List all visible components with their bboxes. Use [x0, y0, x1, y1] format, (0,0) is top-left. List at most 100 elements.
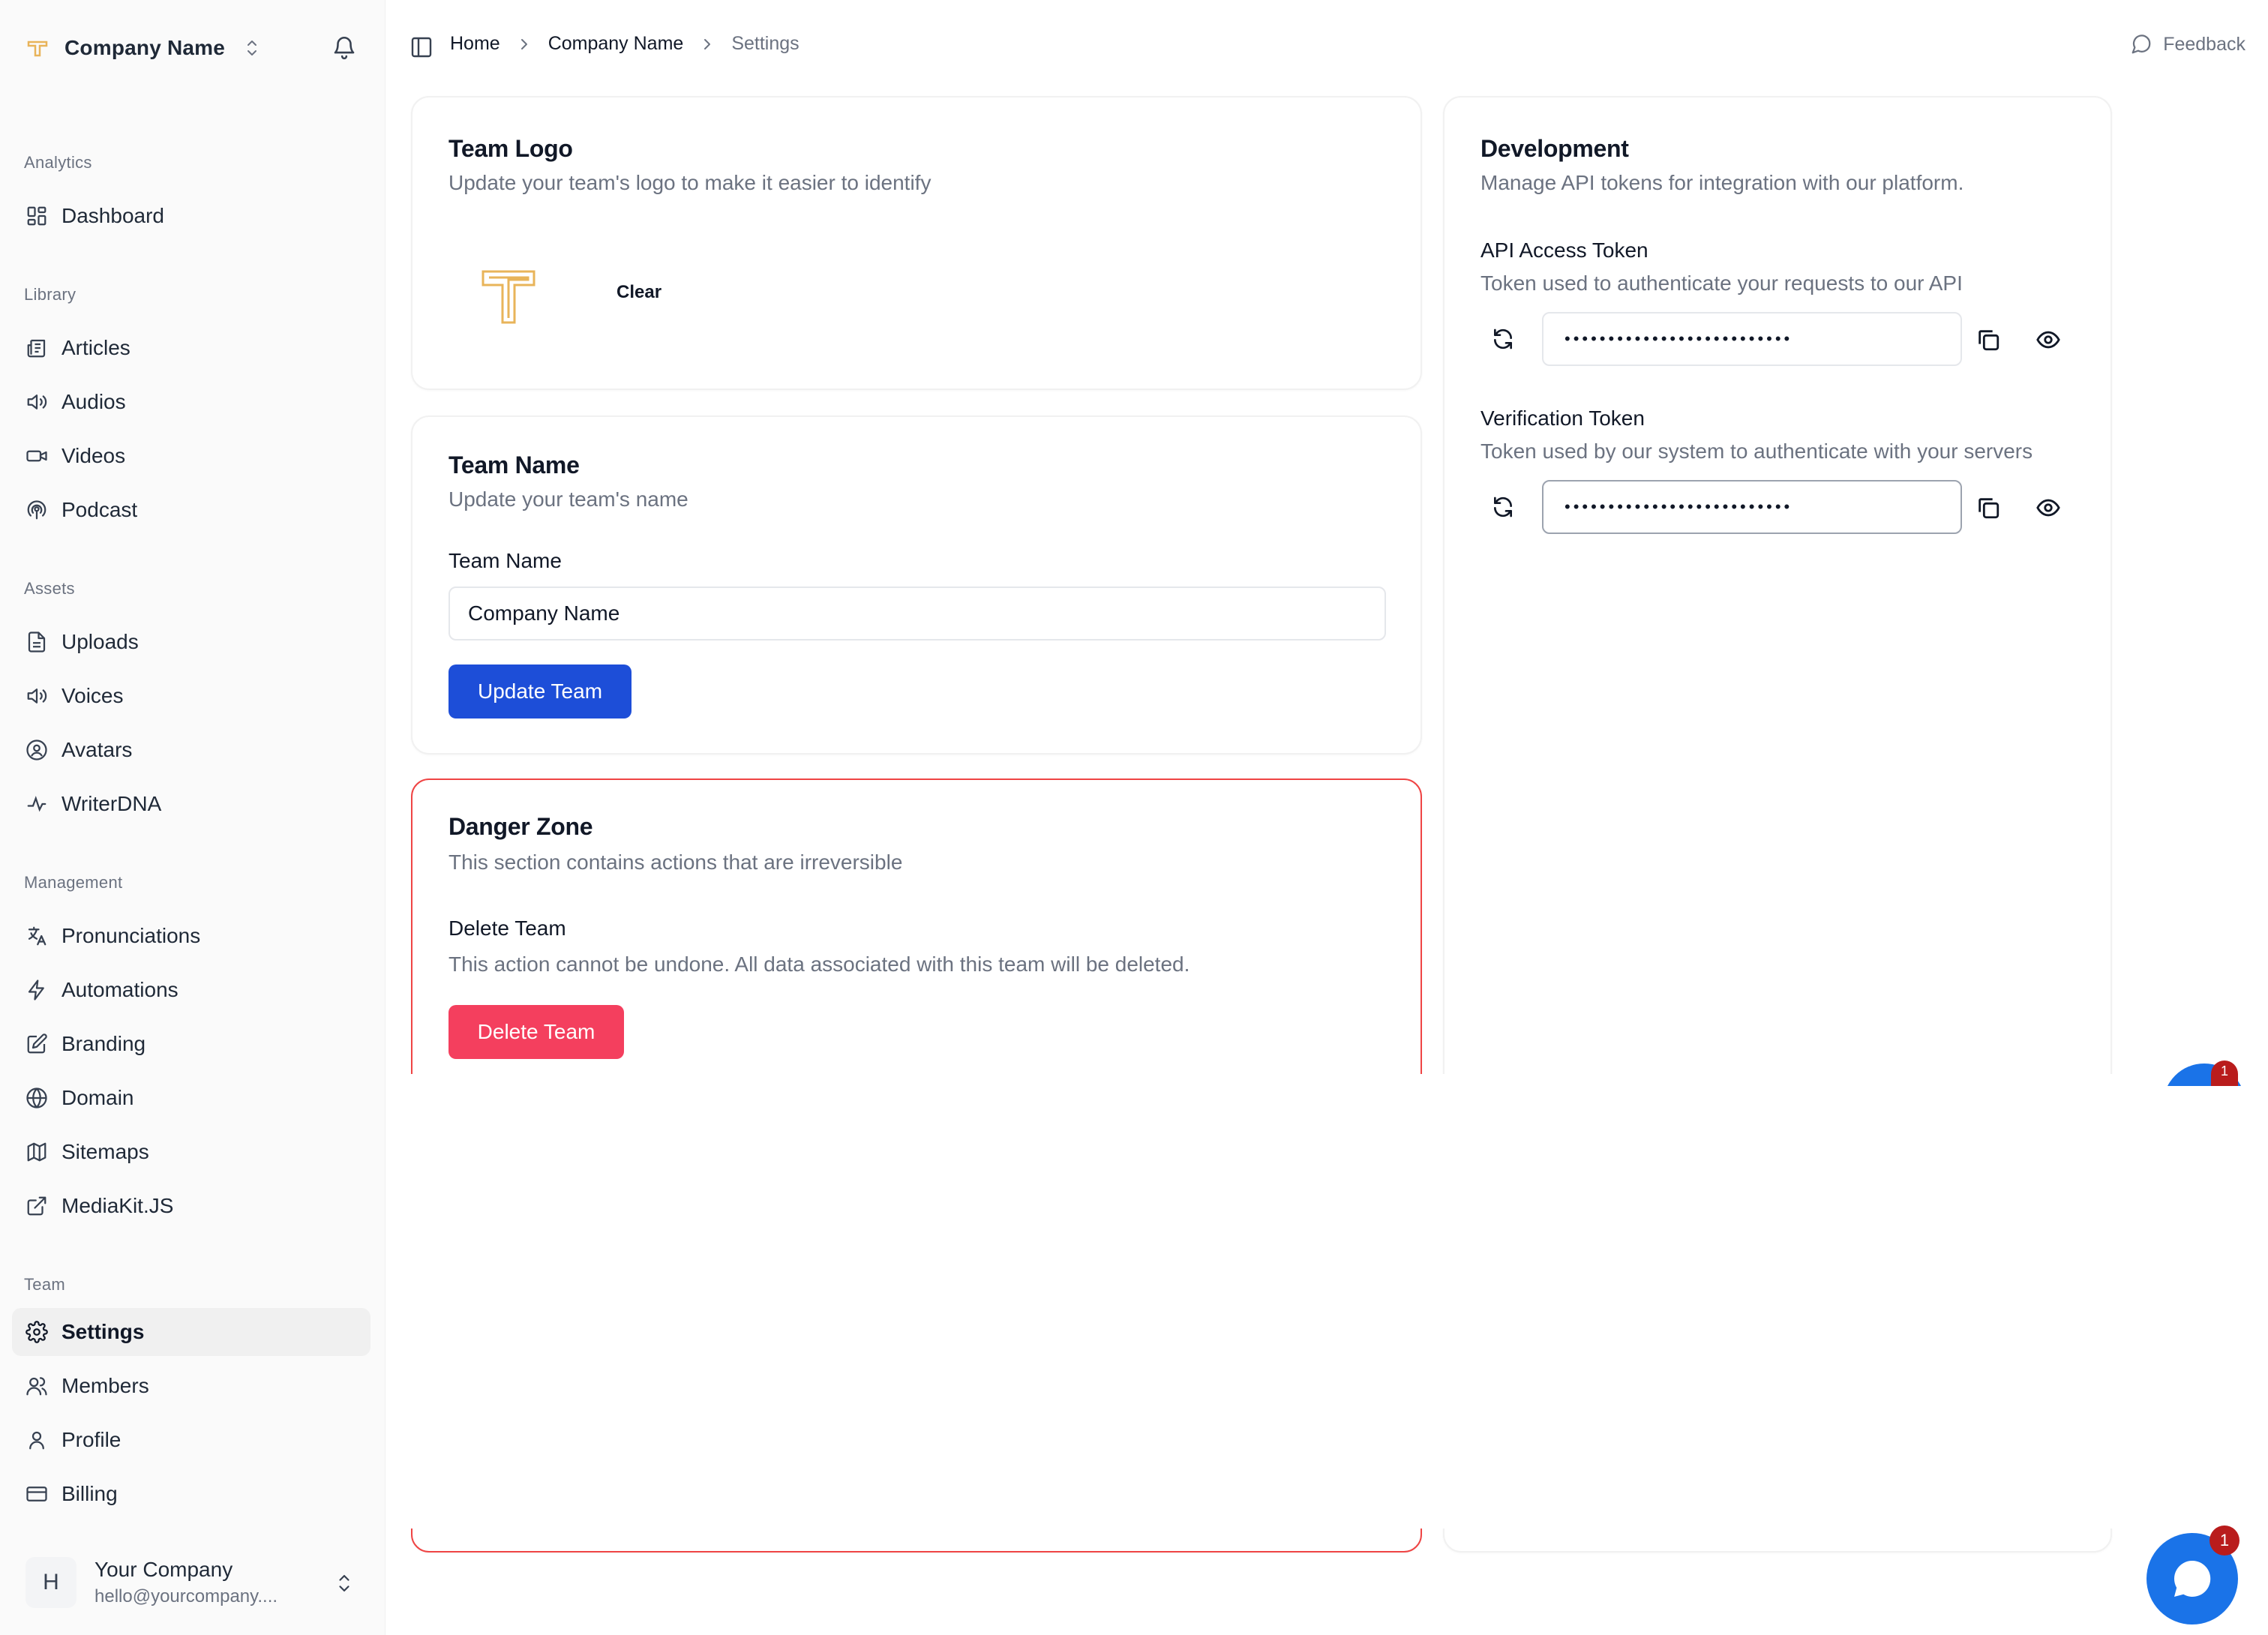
team-logo-image[interactable]	[480, 268, 537, 326]
sparkle-pen-icon	[27, 796, 46, 812]
team-switcher-name: Company Name	[64, 36, 226, 59]
users-icon	[26, 1377, 47, 1396]
api-token-field[interactable]: ••••••••••••••••••••••••••	[1542, 312, 1962, 366]
copy-icon[interactable]	[1976, 495, 2001, 520]
sidebar: Company Name Analytics Dashboard Library…	[0, 0, 386, 1635]
sidebar-item-label: Podcast	[62, 498, 138, 521]
sidebar-item-label: Sitemaps	[62, 1140, 149, 1163]
file-text-icon	[28, 632, 46, 652]
sidebar-item-automations[interactable]: Automations	[12, 966, 370, 1014]
sidebar-item-profile[interactable]: Profile	[12, 1416, 370, 1464]
verification-token-row: ••••••••••••••••••••••••••	[1482, 480, 2097, 534]
sidebar-toggle-icon[interactable]	[410, 35, 434, 59]
api-token-row: ••••••••••••••••••••••••••	[1482, 312, 2097, 366]
team-switcher[interactable]: Company Name	[27, 30, 260, 66]
breadcrumb-home[interactable]: Home	[450, 33, 500, 55]
danger-zone-subtitle: This section contains actions that are i…	[448, 850, 903, 874]
breadcrumb: Home Company Name Settings	[450, 33, 800, 55]
sidebar-item-label: Settings	[62, 1320, 145, 1343]
group-label-team: Team	[24, 1275, 65, 1294]
podcast-icon	[27, 500, 46, 520]
sidebar-item-domain[interactable]: Domain	[12, 1074, 370, 1122]
user-name: Your Company	[94, 1558, 233, 1581]
sidebar-item-uploads[interactable]: Uploads	[12, 618, 370, 666]
eye-icon[interactable]	[2036, 495, 2061, 520]
sidebar-item-writerdna[interactable]: WriterDNA	[12, 780, 370, 828]
api-token-description: Token used to authenticate your requests…	[1480, 272, 1963, 295]
danger-zone-title: Danger Zone	[448, 813, 593, 840]
sidebar-item-label: Dashboard	[62, 204, 164, 227]
speaker-icon	[27, 688, 47, 704]
chevron-right-icon	[704, 38, 711, 50]
team-name-card: Team Name Update your team's name Team N…	[411, 416, 1422, 754]
avatar: H	[26, 1557, 76, 1608]
user-email: hello@yourcompany....	[94, 1586, 278, 1606]
sidebar-item-label: Branding	[62, 1032, 146, 1055]
breadcrumb-current: Settings	[731, 33, 800, 54]
map-icon	[27, 1142, 46, 1162]
copy-icon[interactable]	[1976, 327, 2001, 352]
delete-team-button[interactable]: Delete Team	[448, 1005, 624, 1059]
globe-icon	[26, 1088, 47, 1108]
user-icon	[29, 1431, 44, 1450]
development-title: Development	[1480, 135, 1629, 162]
eye-icon[interactable]	[2036, 327, 2061, 352]
sidebar-item-settings[interactable]: Settings	[12, 1308, 370, 1356]
sidebar-item-label: Automations	[62, 978, 178, 1001]
verification-token-field[interactable]: ••••••••••••••••••••••••••	[1542, 480, 1962, 534]
clear-logo-button[interactable]: Clear	[608, 276, 670, 309]
chat-unread-badge: 1	[2210, 1526, 2240, 1556]
delete-team-description: This action cannot be undone. All data a…	[448, 952, 1190, 976]
bell-icon[interactable]	[332, 34, 357, 60]
chat-badge-partial: 1	[2211, 1060, 2238, 1086]
sidebar-item-podcast[interactable]: Podcast	[12, 486, 370, 534]
sidebar-item-mediakit[interactable]: MediaKit.JS	[12, 1182, 370, 1230]
update-team-button[interactable]: Update Team	[448, 664, 632, 718]
team-name-title: Team Name	[448, 452, 580, 478]
team-logo-card: Team Logo Update your team's logo to mak…	[411, 96, 1422, 390]
group-label-assets: Assets	[24, 579, 75, 598]
feedback-label: Feedback	[2163, 33, 2246, 55]
user-info: Your Company hello@yourcompany....	[94, 1558, 278, 1607]
sidebar-item-label: Voices	[62, 684, 124, 707]
sidebar-item-audios[interactable]: Audios	[12, 378, 370, 426]
verification-token-label: Verification Token	[1480, 406, 1645, 430]
team-logo-title: Team Logo	[448, 135, 573, 162]
chevron-up-down-icon	[248, 40, 257, 56]
sidebar-item-avatars[interactable]: Avatars	[12, 726, 370, 774]
api-token-label: API Access Token	[1480, 238, 1648, 262]
group-label-analytics: Analytics	[24, 153, 92, 172]
chevron-up-down-icon	[339, 1575, 350, 1592]
speaker-icon	[27, 394, 47, 410]
sidebar-item-label: Articles	[62, 336, 130, 359]
sidebar-item-billing[interactable]: Billing	[12, 1470, 370, 1518]
sidebar-item-branding[interactable]: Branding	[12, 1020, 370, 1068]
user-circle-icon	[26, 740, 47, 760]
feedback-button[interactable]: Feedback	[2130, 33, 2246, 56]
sidebar-item-dashboard[interactable]: Dashboard	[12, 192, 370, 240]
edit-square-icon	[27, 1034, 47, 1054]
lightning-icon	[28, 980, 44, 1000]
sidebar-item-sitemaps[interactable]: Sitemaps	[12, 1128, 370, 1176]
credit-card-icon	[26, 1486, 47, 1502]
sidebar-item-members[interactable]: Members	[12, 1362, 370, 1410]
sidebar-item-pronunciations[interactable]: Pronunciations	[12, 912, 370, 960]
refresh-icon[interactable]	[1491, 495, 1515, 519]
refresh-icon[interactable]	[1491, 327, 1515, 351]
team-name-subtitle: Update your team's name	[448, 488, 688, 511]
sidebar-item-articles[interactable]: Articles	[12, 324, 370, 372]
team-logo-subtitle: Update your team's logo to make it easie…	[448, 171, 932, 194]
breadcrumb-team[interactable]: Company Name	[548, 33, 684, 55]
sidebar-item-label: Profile	[62, 1428, 122, 1451]
blank-render-band	[386, 1074, 2268, 1528]
development-subtitle: Manage API tokens for integration with o…	[1480, 171, 1964, 194]
sidebar-item-label: Videos	[62, 444, 126, 467]
sidebar-item-label: Pronunciations	[62, 924, 201, 947]
team-logo-icon	[27, 40, 48, 57]
user-menu[interactable]: H Your Company hello@yourcompany....	[12, 1545, 370, 1620]
sidebar-item-label: WriterDNA	[62, 792, 162, 815]
sidebar-item-voices[interactable]: Voices	[12, 672, 370, 720]
sidebar-item-label: Avatars	[62, 738, 133, 761]
sidebar-item-videos[interactable]: Videos	[12, 432, 370, 480]
team-name-input[interactable]: Company Name	[448, 586, 1386, 640]
